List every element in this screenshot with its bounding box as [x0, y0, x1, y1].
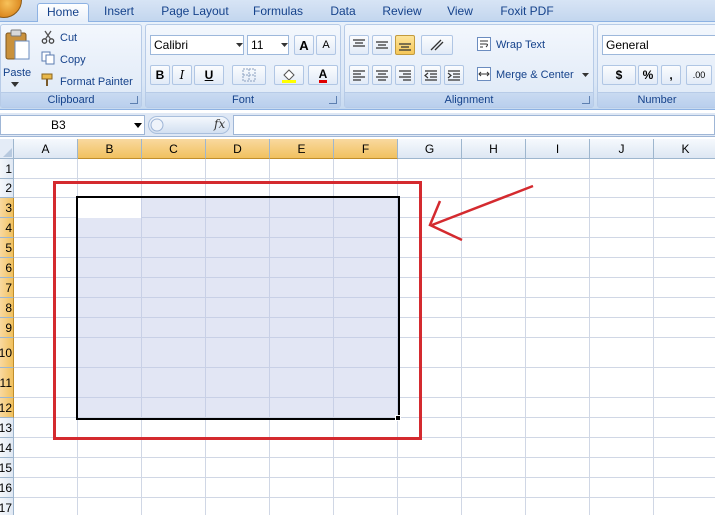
align-left-icon — [353, 70, 365, 81]
number-group-label: Number — [598, 92, 715, 107]
number-format-select[interactable]: General — [602, 35, 715, 55]
align-middle-button[interactable] — [372, 35, 392, 55]
font-group: Calibri 11 A A B I U A Font — [145, 24, 341, 108]
wrap-text-icon — [477, 37, 491, 51]
text-orientation-icon — [430, 39, 444, 51]
formula-bar-circle-icon — [150, 118, 164, 132]
copy-icon — [41, 51, 55, 65]
currency-glyph: $ — [615, 68, 623, 82]
scissors-icon — [41, 30, 55, 44]
clipboard-dialog-launcher[interactable] — [130, 96, 138, 104]
number-group: General $ % , .00 Number — [597, 24, 715, 108]
name-box-dropdown-icon[interactable] — [132, 115, 144, 135]
tab-formulas[interactable]: Formulas — [247, 3, 309, 22]
alignment-group: Wrap Text Merge & Center Alignment — [344, 24, 594, 108]
align-center-button[interactable] — [372, 65, 392, 85]
underline-glyph: U — [204, 68, 214, 82]
font-dialog-launcher[interactable] — [329, 96, 337, 104]
clipboard-group: Paste Cut Copy Format Painter Clipboard — [0, 24, 142, 108]
align-center-icon — [376, 70, 388, 81]
decrease-indent-icon — [424, 70, 437, 81]
bold-glyph: B — [155, 68, 165, 82]
grow-font-button[interactable]: A — [294, 35, 314, 55]
decimal-glyph: .00 — [692, 70, 706, 80]
align-top-button[interactable] — [349, 35, 369, 55]
font-name-dropdown-icon[interactable] — [234, 35, 244, 55]
tab-home[interactable]: Home — [37, 3, 89, 23]
name-box[interactable]: B3 — [0, 115, 145, 135]
comma-glyph: , — [669, 68, 673, 82]
align-top-icon — [353, 39, 365, 47]
increase-decimal-button[interactable]: .00 — [686, 65, 712, 85]
insert-function-button[interactable]: fx — [214, 117, 225, 131]
merge-center-button[interactable]: Merge & Center — [496, 69, 574, 81]
align-bottom-icon — [399, 43, 411, 51]
merge-dropdown-icon[interactable] — [581, 69, 589, 81]
ribbon: Paste Cut Copy Format Painter Clipboard … — [0, 22, 715, 110]
font-name-select[interactable]: Calibri — [150, 35, 244, 55]
comma-style-button[interactable]: , — [661, 65, 681, 85]
align-middle-icon — [376, 41, 388, 49]
tab-data[interactable]: Data — [322, 3, 364, 22]
alignment-group-label: Alignment — [345, 92, 593, 107]
increase-indent-button[interactable] — [444, 65, 464, 85]
ribbon-tab-bar: Home Insert Page Layout Formulas Data Re… — [0, 0, 715, 23]
copy-button[interactable]: Copy — [60, 54, 86, 66]
underline-button[interactable]: U — [194, 65, 224, 85]
shrink-font-glyph: A — [322, 39, 330, 51]
grow-font-glyph: A — [299, 37, 309, 53]
tab-view[interactable]: View — [440, 3, 480, 22]
worksheet-grid[interactable]: A B C D E F G H I J K 1 2 3 4 5 6 7 8 9 … — [0, 139, 715, 515]
decrease-indent-button[interactable] — [421, 65, 441, 85]
shrink-font-button[interactable]: A — [316, 35, 336, 55]
bold-button[interactable]: B — [150, 65, 170, 85]
tab-insert[interactable]: Insert — [96, 3, 142, 22]
orientation-button[interactable] — [421, 35, 453, 55]
format-painter-button[interactable]: Format Painter — [60, 76, 133, 88]
merge-center-icon — [477, 67, 491, 81]
italic-glyph: I — [179, 68, 185, 82]
paste-dropdown-icon[interactable] — [10, 81, 20, 87]
clipboard-group-label: Clipboard — [1, 92, 141, 107]
cut-button[interactable]: Cut — [60, 32, 77, 44]
paste-button[interactable]: Paste — [3, 67, 31, 79]
tab-page-layout[interactable]: Page Layout — [155, 3, 235, 22]
annotation-arrow-icon — [428, 184, 534, 242]
align-right-icon — [399, 70, 411, 81]
font-size-dropdown-icon[interactable] — [279, 35, 289, 55]
percent-glyph: % — [642, 68, 654, 82]
borders-icon — [242, 68, 256, 82]
formula-bar: B3 fx — [0, 113, 715, 137]
tab-foxit-pdf[interactable]: Foxit PDF — [495, 3, 559, 22]
font-color-button[interactable]: A — [308, 65, 338, 85]
formula-input[interactable] — [233, 115, 715, 135]
paste-icon[interactable] — [3, 29, 31, 63]
align-bottom-button[interactable] — [395, 35, 415, 55]
font-group-label: Font — [146, 92, 340, 107]
office-button[interactable] — [0, 0, 22, 18]
italic-button[interactable]: I — [172, 65, 192, 85]
borders-button[interactable] — [232, 65, 266, 85]
increase-indent-icon — [447, 70, 460, 81]
align-left-button[interactable] — [349, 65, 369, 85]
tab-review[interactable]: Review — [376, 3, 428, 22]
align-right-button[interactable] — [395, 65, 415, 85]
paint-bucket-icon — [282, 69, 296, 83]
percent-button[interactable]: % — [638, 65, 658, 85]
format-painter-icon — [41, 73, 55, 87]
currency-button[interactable]: $ — [602, 65, 636, 85]
fill-color-button[interactable] — [274, 65, 304, 85]
font-color-glyph: A — [318, 66, 328, 83]
wrap-text-button[interactable]: Wrap Text — [496, 39, 545, 51]
alignment-dialog-launcher[interactable] — [582, 96, 590, 104]
